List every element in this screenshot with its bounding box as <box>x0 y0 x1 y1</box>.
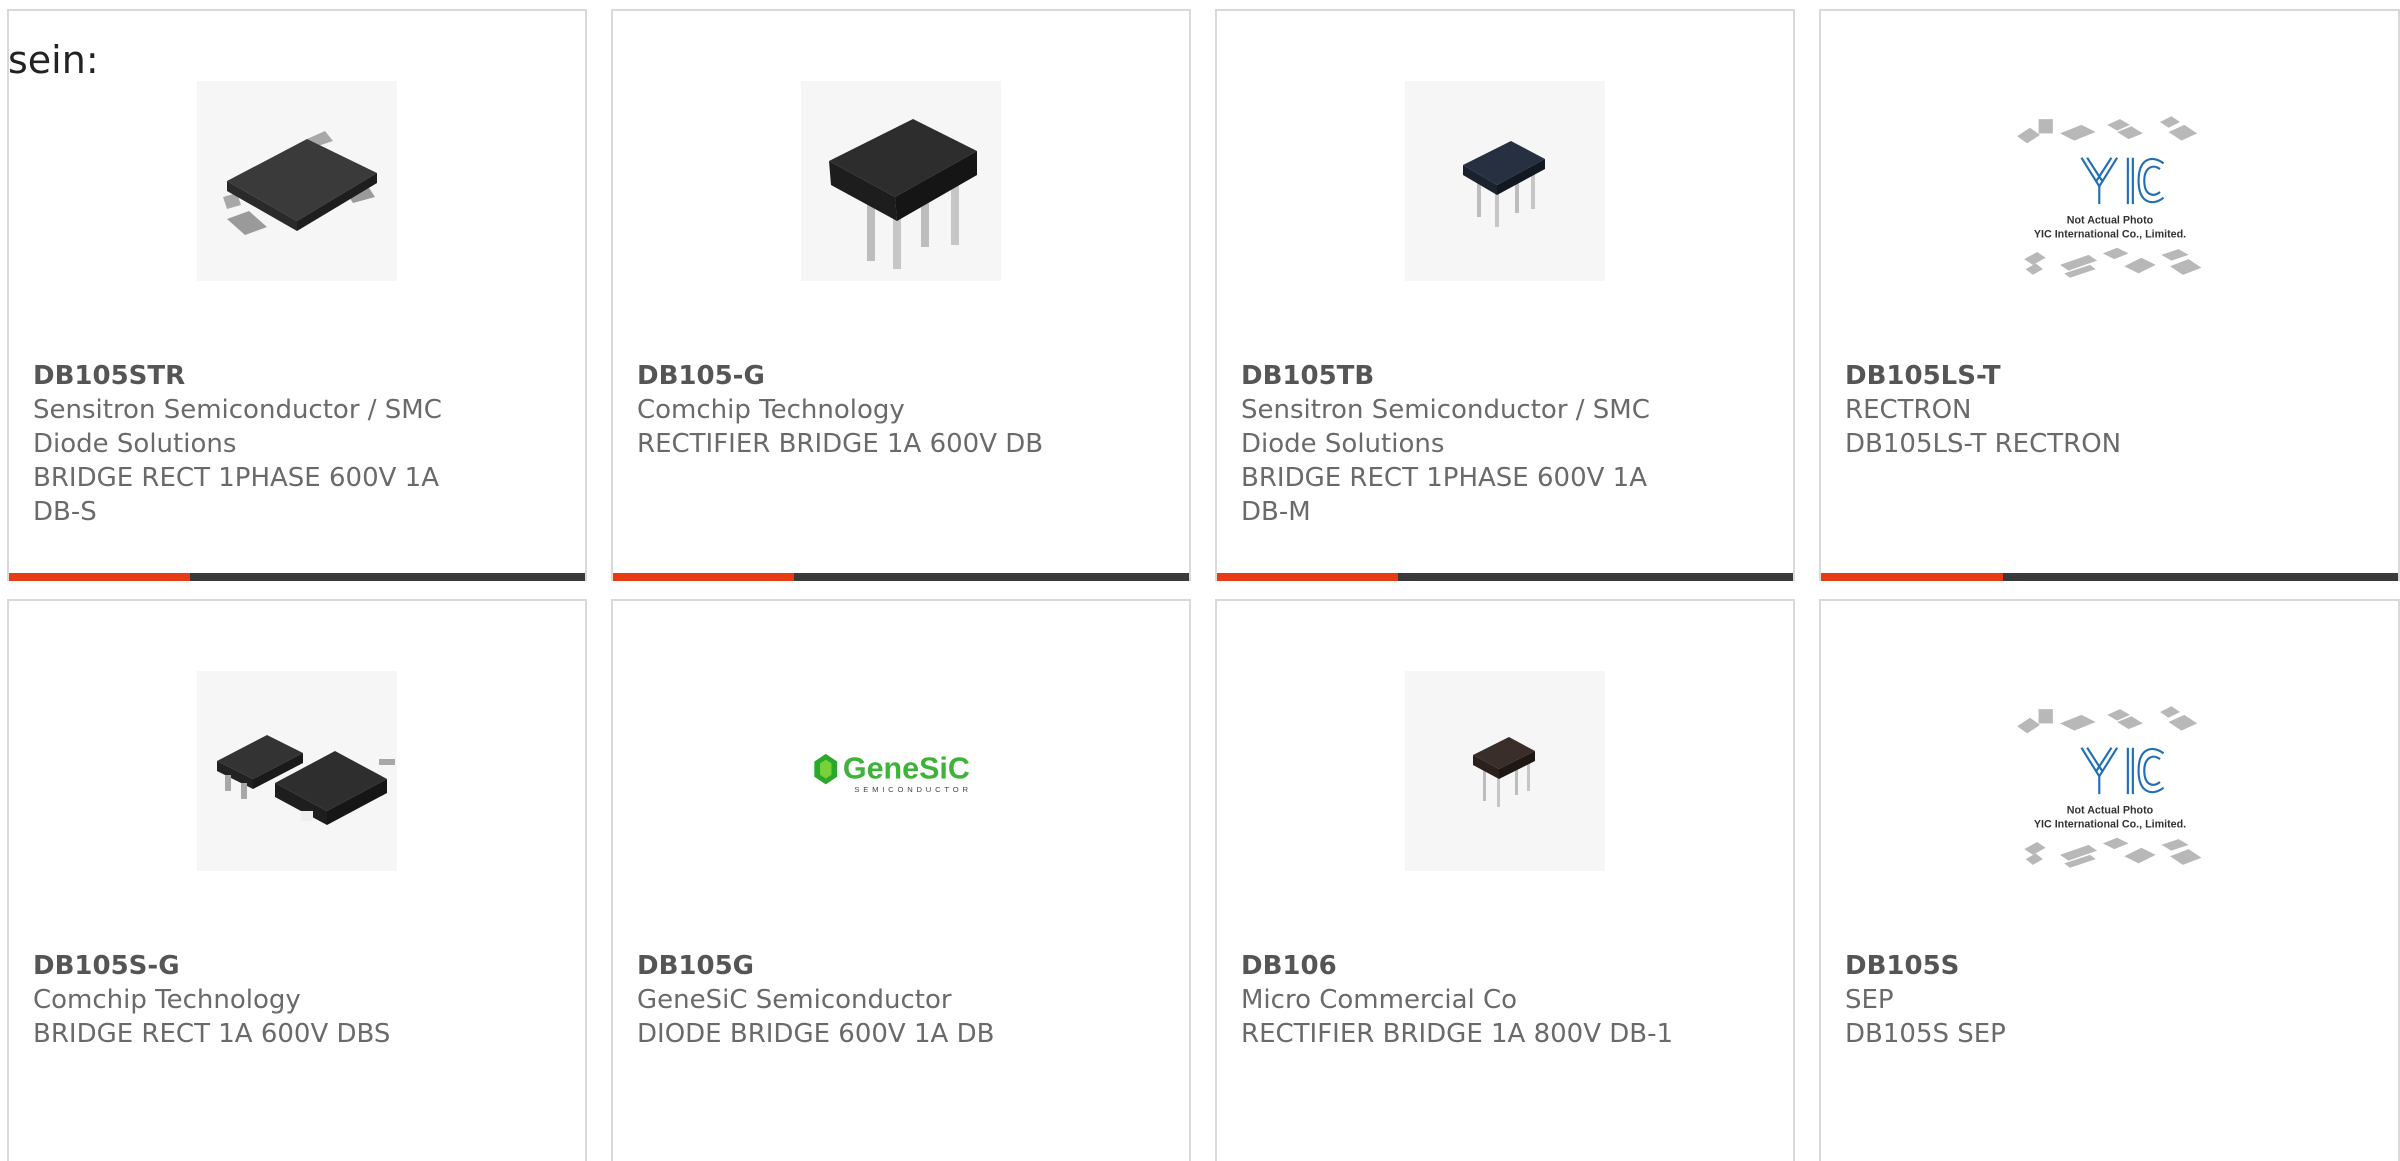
product-image[interactable] <box>1405 671 1605 871</box>
part-number[interactable]: DB105S-G <box>33 949 561 983</box>
part-number[interactable]: DB105LS-T <box>1845 359 2374 393</box>
smd-bridge-icon <box>197 81 397 281</box>
description-line: BRIDGE RECT 1A 600V DBS <box>33 1019 391 1049</box>
product-image[interactable]: Not Actual Photo YIC International Co., … <box>2010 687 2210 887</box>
product-card[interactable]: DB105TB Sensitron Semiconductor / SMC Di… <box>1215 9 1795 581</box>
genesic-logo-icon: GeneSiC SEMICONDUCTOR <box>814 752 971 794</box>
svg-text:Not Actual Photo: Not Actual Photo <box>2066 804 2153 816</box>
description-line: RECTIFIER BRIDGE 1A 800V DB-1 <box>1241 1019 1674 1049</box>
product-card[interactable]: Not Actual Photo YIC International Co., … <box>1819 599 2400 1161</box>
manufacturer-line: RECTRON <box>1845 395 1972 425</box>
product-card[interactable]: DB106 Micro Commercial Co RECTIFIER BRID… <box>1215 599 1795 1161</box>
card-accent-bar <box>613 573 1189 581</box>
lead-text: sein: <box>8 38 99 82</box>
product-image[interactable] <box>1405 81 1605 281</box>
description-line: DB105S SEP <box>1845 1019 2006 1049</box>
package-line: DB-S <box>33 497 97 527</box>
manufacturer-line: GeneSiC Semiconductor <box>637 985 952 1015</box>
svg-text:Not Actual Photo: Not Actual Photo <box>2066 214 2153 226</box>
card-accent-highlight <box>9 573 191 581</box>
product-card[interactable]: DB105-G Comchip Technology RECTIFIER BRI… <box>611 9 1191 581</box>
svg-text:YIC International Co., Limited: YIC International Co., Limited. <box>2033 229 2185 241</box>
card-accent-highlight <box>1821 573 2003 581</box>
dip-bridge-icon <box>801 81 1001 281</box>
card-accent-bar <box>1217 573 1793 581</box>
part-number[interactable]: DB105TB <box>1241 359 1769 393</box>
part-number[interactable]: DB106 <box>1241 949 1769 983</box>
product-image[interactable] <box>197 671 397 871</box>
svg-text:GeneSiC: GeneSiC <box>843 752 970 786</box>
svg-text:YIC International Co., Limited: YIC International Co., Limited. <box>2033 819 2185 831</box>
description-line: DIODE BRIDGE 600V 1A DB <box>637 1019 995 1049</box>
part-number[interactable]: DB105STR <box>33 359 561 393</box>
svg-text:SEMICONDUCTOR: SEMICONDUCTOR <box>854 785 971 794</box>
manufacturer-line: Sensitron Semiconductor / SMC <box>1241 395 1650 425</box>
manufacturer-line: SEP <box>1845 985 1894 1015</box>
product-card[interactable]: Not Actual Photo YIC International Co., … <box>1819 9 2400 581</box>
yic-placeholder-icon: Not Actual Photo YIC International Co., … <box>2016 706 2201 868</box>
part-number[interactable]: DB105G <box>637 949 1165 983</box>
card-accent-bar <box>9 573 585 581</box>
yic-placeholder-icon: Not Actual Photo YIC International Co., … <box>2016 116 2201 278</box>
description-line: DB105LS-T RECTRON <box>1845 429 2122 459</box>
description-line: BRIDGE RECT 1PHASE 600V 1A <box>1241 463 1647 493</box>
product-image[interactable]: Not Actual Photo YIC International Co., … <box>2010 97 2210 297</box>
card-accent-bar <box>1821 573 2398 581</box>
smd-pair-icon <box>197 671 397 871</box>
manufacturer-line: Micro Commercial Co <box>1241 985 1518 1015</box>
manufacturer-line: Diode Solutions <box>33 429 237 459</box>
manufacturer-line: Diode Solutions <box>1241 429 1445 459</box>
product-image[interactable]: GeneSiC SEMICONDUCTOR <box>801 671 1001 871</box>
product-image[interactable] <box>801 81 1001 281</box>
product-card[interactable]: GeneSiC SEMICONDUCTOR DB105G GeneSiC Sem… <box>611 599 1191 1161</box>
description-line: RECTIFIER BRIDGE 1A 600V DB <box>637 429 1044 459</box>
product-card[interactable]: DB105S-G Comchip Technology BRIDGE RECT … <box>7 599 587 1161</box>
package-line: DB-M <box>1241 497 1311 527</box>
product-image[interactable] <box>197 81 397 281</box>
part-number[interactable]: DB105-G <box>637 359 1165 393</box>
description-line: BRIDGE RECT 1PHASE 600V 1A <box>33 463 439 493</box>
manufacturer-line: Sensitron Semiconductor / SMC <box>33 395 442 425</box>
card-accent-highlight <box>1217 573 1399 581</box>
product-card[interactable]: DB105STR Sensitron Semiconductor / SMC D… <box>7 9 587 581</box>
tiny-dip-bridge-icon <box>1405 671 1605 871</box>
small-dip-bridge-icon <box>1405 81 1605 281</box>
part-number[interactable]: DB105S <box>1845 949 2374 983</box>
product-grid: DB105STR Sensitron Semiconductor / SMC D… <box>0 0 2400 1161</box>
card-accent-highlight <box>613 573 795 581</box>
manufacturer-line: Comchip Technology <box>33 985 301 1015</box>
manufacturer-line: Comchip Technology <box>637 395 905 425</box>
